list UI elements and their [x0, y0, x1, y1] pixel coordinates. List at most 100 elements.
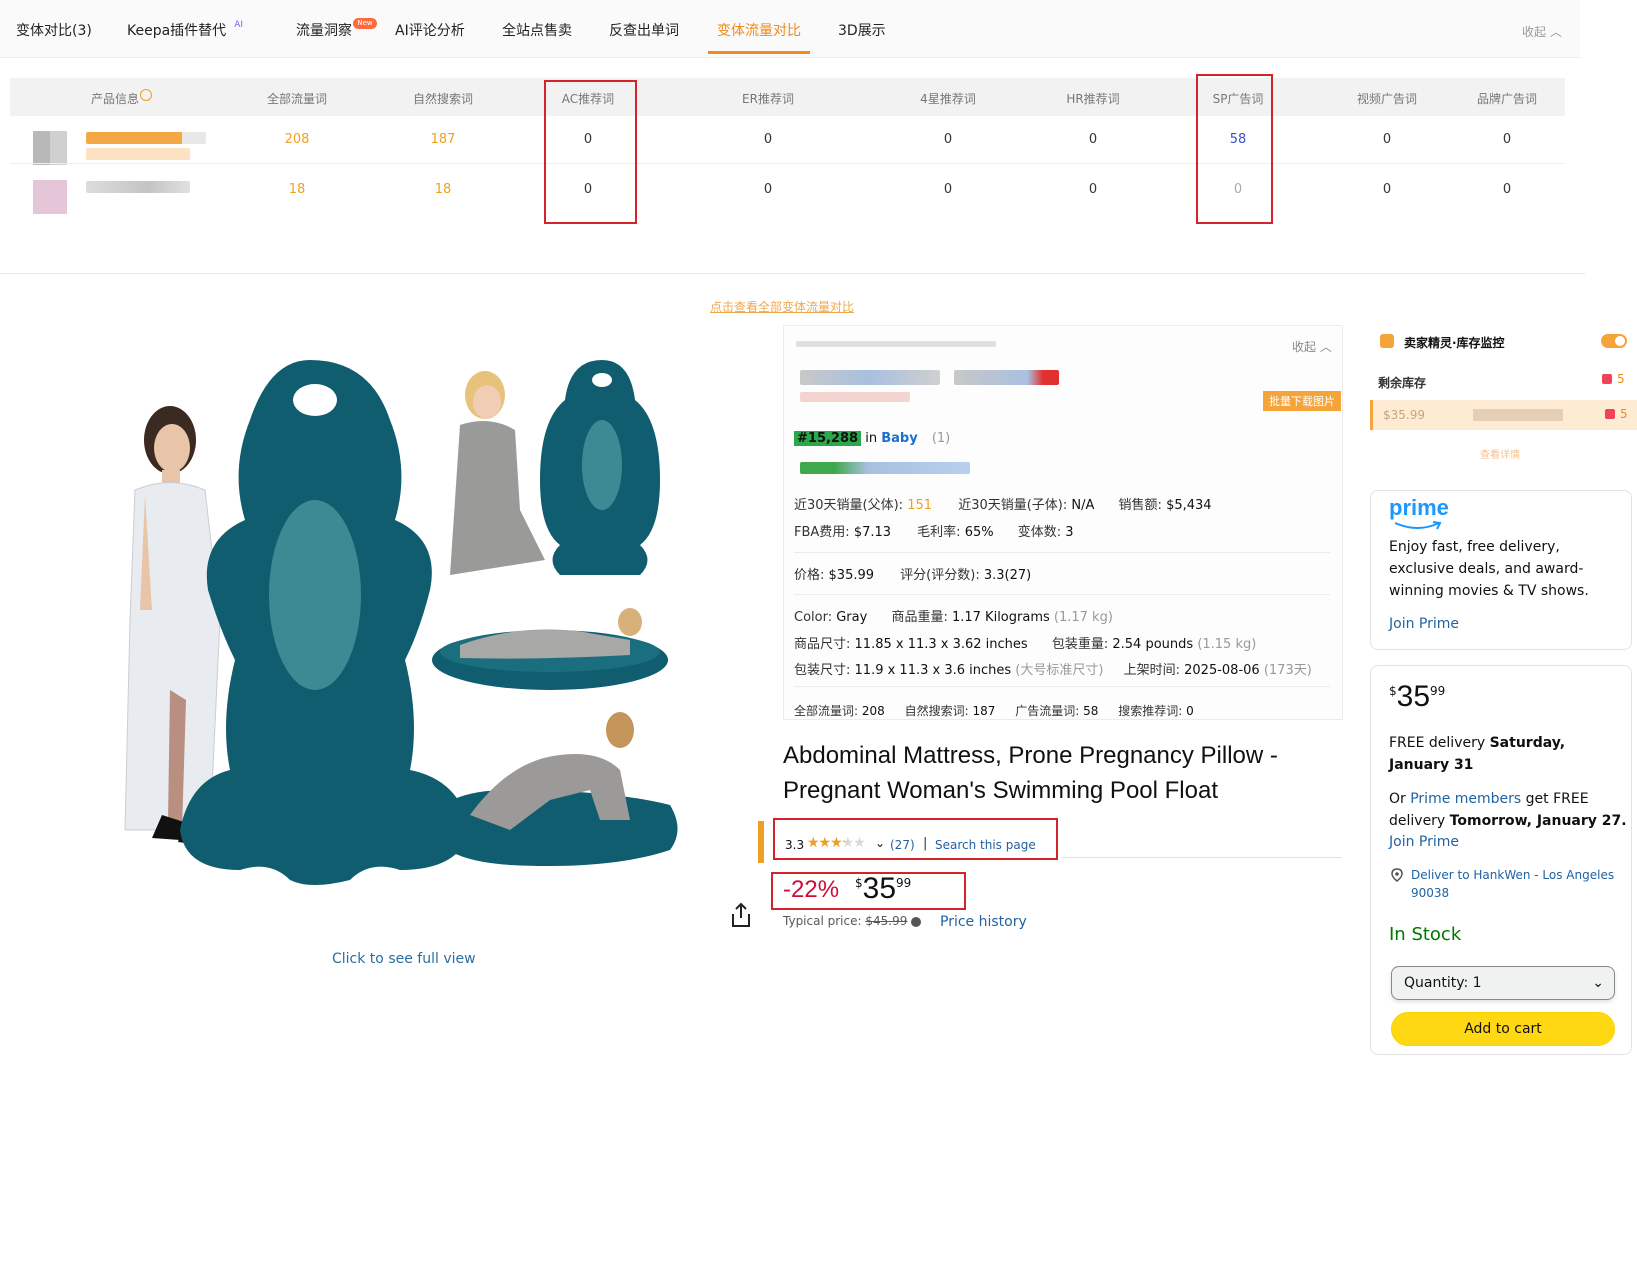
star-rating-icon[interactable]: ★★★★★★★★★★	[807, 835, 866, 851]
tab-traffic-insight[interactable]: 流量洞察	[296, 20, 352, 40]
row-divider	[10, 163, 1565, 164]
table-cell[interactable]: 18	[289, 182, 306, 197]
col-brand-ad: 品牌广告词	[1476, 92, 1538, 106]
price-block: -22% $3599	[771, 872, 966, 910]
search-this-page-link[interactable]: Search this page	[935, 838, 1036, 852]
ai-badge: AI	[234, 20, 243, 30]
info-icon[interactable]	[911, 916, 922, 927]
col-4star: 4星推荐词	[920, 92, 976, 106]
size-row: 商品尺寸: 11.85 x 11.3 x 3.62 inches 包装重量: 2…	[794, 633, 1256, 652]
rating-label: 评分(评分数):	[900, 568, 980, 583]
blurred-tags	[800, 392, 910, 402]
product-gallery-image[interactable]	[90, 360, 730, 920]
weight-value: 1.17 Kilograms	[951, 610, 1050, 625]
prime-members-link[interactable]: Prime members	[1410, 791, 1521, 807]
rating-value: 3.3	[785, 838, 805, 852]
free-delivery-info: FREE delivery Saturday, January 31	[1389, 732, 1609, 776]
buybox-join-prime-link[interactable]: Join Prime	[1389, 834, 1459, 850]
collapse-button[interactable]: 收起 ︿	[1522, 23, 1562, 40]
margin-label: 毛利率:	[917, 525, 961, 540]
rank-more[interactable]: (1)	[932, 431, 950, 446]
price-whole: 35	[862, 872, 897, 905]
tab-ai-review[interactable]: AI评论分析	[395, 20, 465, 40]
see-full-view-link[interactable]: Click to see full view	[332, 951, 476, 967]
deliver-to-link[interactable]: Deliver to HankWen - Los Angeles 90038	[1411, 866, 1621, 902]
table-cell[interactable]: 18	[435, 182, 452, 197]
organic-value[interactable]: 187	[972, 704, 995, 718]
view-all-variant-traffic-link[interactable]: 点击查看全部变体流量对比	[710, 298, 854, 315]
blurred-header	[796, 341, 996, 347]
pkg-size-row: 包装尺寸: 11.9 x 11.3 x 3.6 inches (大号标准尺寸) …	[794, 659, 1312, 678]
monitor-toggle[interactable]	[1601, 334, 1627, 348]
blurred-seller	[1473, 409, 1563, 421]
highlight-ac-column	[544, 80, 637, 224]
stock-flag-icon	[1605, 409, 1615, 419]
rating-accent-bar	[758, 821, 764, 863]
rating-row: 3.3 ★★★★★★★★★★ ⌄ (27) | Search this page	[773, 818, 1058, 860]
discount-percent: -22%	[783, 876, 839, 904]
tab-keepa[interactable]: Keepa插件替代 AI	[127, 20, 243, 40]
standing-woman-figure	[124, 406, 221, 846]
sales-child-label: 近30天销量(子体):	[958, 498, 1068, 513]
tab-reverse-keywords[interactable]: 反查出单词	[609, 20, 679, 40]
pkg-size-value: 11.9 x 11.3 x 3.6 inches	[854, 663, 1012, 678]
quantity-select[interactable]: Quantity: 1 ⌄	[1391, 966, 1615, 1000]
stock-details-link[interactable]: 查看详情	[1480, 446, 1520, 461]
table-cell[interactable]: 208	[285, 132, 310, 147]
fastest-date: Tomorrow, January 27.	[1449, 813, 1627, 829]
typical-label: Typical price:	[783, 914, 862, 928]
stock-monitor-widget: 卖家精灵·库存监控 剩余库存 5 $35.99 5 查看详情	[1370, 322, 1637, 472]
tab-variant-compare[interactable]: 变体对比(3)	[16, 20, 92, 40]
search-rec-label: 搜索推荐词:	[1118, 704, 1183, 718]
variant-name-blurred[interactable]	[86, 132, 206, 144]
info-icon	[140, 89, 152, 101]
tab-all-sites[interactable]: 全站点售卖	[502, 20, 572, 40]
collapse-label: 收起	[1522, 25, 1547, 39]
rating-count-link[interactable]: (27)	[890, 838, 915, 852]
fba-row: FBA费用: $7.13 毛利率: 65% 变体数: 3	[794, 521, 1074, 540]
separator: |	[923, 836, 928, 851]
blurred-subrank	[800, 462, 970, 474]
sales-parent-label: 近30天销量(父体):	[794, 498, 904, 513]
add-to-cart-button[interactable]: Add to cart	[1391, 1012, 1615, 1046]
download-images-button[interactable]: 批量下载图片	[1263, 391, 1341, 411]
table-cell: 0	[943, 182, 953, 197]
location-pin-icon	[1391, 868, 1403, 882]
table-cell: 0	[1502, 132, 1512, 147]
join-prime-link[interactable]: Join Prime	[1389, 616, 1459, 632]
discount-value: -22%	[783, 876, 840, 903]
prime-description: Enjoy fast, free delivery, exclusive dea…	[1389, 539, 1589, 599]
or-label: Or	[1389, 791, 1406, 807]
table-cell[interactable]: 187	[431, 132, 456, 147]
buybox-price-whole: 35	[1396, 680, 1431, 713]
share-icon[interactable]	[729, 902, 753, 928]
search-rec-value[interactable]: 0	[1186, 704, 1194, 718]
sales-child-value: N/A	[1071, 498, 1095, 513]
price-history-link[interactable]: Price history	[940, 914, 1027, 930]
variant-thumbnail[interactable]	[33, 180, 67, 214]
revenue-value: $5,434	[1166, 498, 1212, 513]
all-flow-value[interactable]: 208	[862, 704, 885, 718]
chevron-down-icon[interactable]: ⌄	[875, 836, 885, 850]
revenue-label: 销售额:	[1118, 498, 1162, 513]
variant-name-blurred[interactable]	[86, 181, 190, 193]
divider	[1062, 857, 1342, 858]
price-value: $35.99	[828, 568, 875, 583]
divider	[794, 552, 1330, 553]
bsr-rank-row: #15,288 in Baby (1)	[794, 431, 950, 446]
variant-thumbnail[interactable]	[33, 131, 67, 165]
pkg-size-label: 包装尺寸:	[794, 663, 851, 678]
divider	[794, 594, 1330, 595]
ad-value[interactable]: 58	[1083, 704, 1098, 718]
pillow-with-crawling-woman	[430, 712, 678, 866]
rank-category-link[interactable]: Baby	[881, 431, 917, 446]
table-cell: 0	[1382, 132, 1392, 147]
tab-3d[interactable]: 3D展示	[838, 20, 886, 40]
pillow-with-kneeling-woman	[450, 360, 660, 575]
pillow-large	[180, 360, 470, 885]
tab-variant-traffic[interactable]: 变体流量对比	[717, 20, 801, 40]
card-collapse-button[interactable]: 收起 ︿	[1292, 338, 1332, 355]
color-value: Gray	[836, 610, 868, 625]
table-cell: 0	[1502, 182, 1512, 197]
ad-label: 广告流量词:	[1015, 704, 1080, 718]
